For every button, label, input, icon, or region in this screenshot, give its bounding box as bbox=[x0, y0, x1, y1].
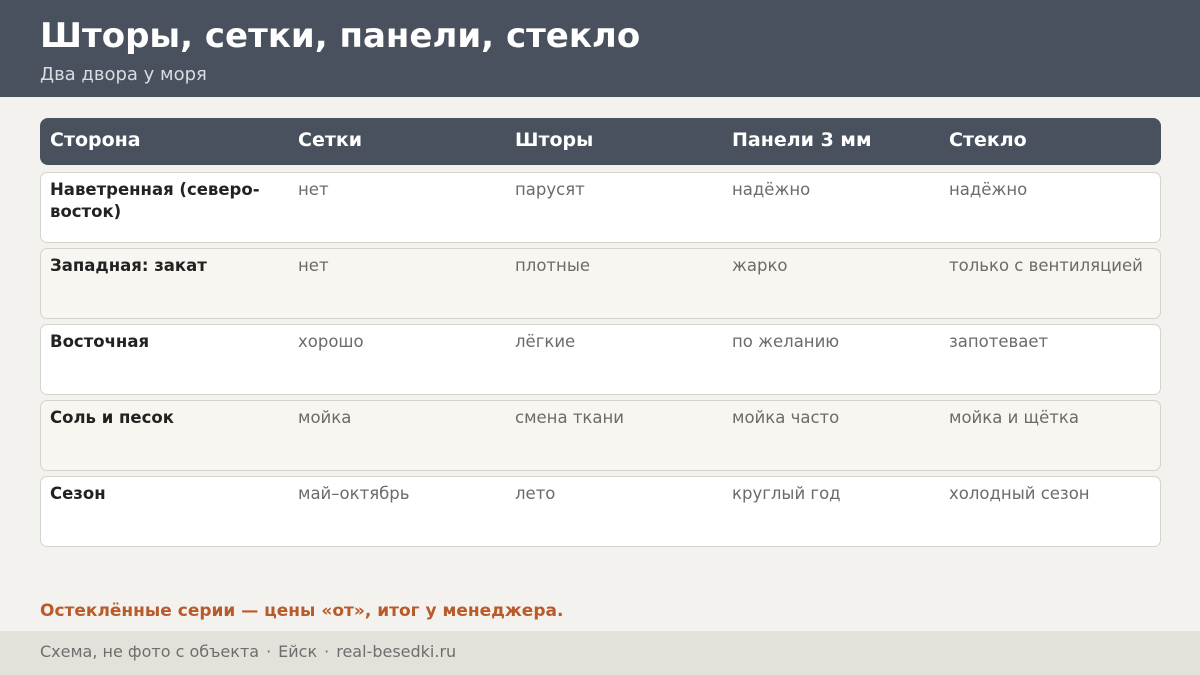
cell-panels: мойка часто bbox=[732, 408, 840, 427]
page-title: Шторы, сетки, панели, стекло bbox=[40, 16, 641, 56]
table-row: Наветренная (северо-восток) нет парусят … bbox=[40, 172, 1161, 243]
table-header: Сторона Сетки Шторы Панели 3 мм Стекло bbox=[40, 118, 1161, 165]
cell-panels: круглый год bbox=[732, 484, 841, 503]
cell-panels: жарко bbox=[732, 256, 788, 275]
footer-separator: · bbox=[324, 642, 330, 661]
column-header-side: Сторона bbox=[50, 129, 141, 151]
cell-side: Сезон bbox=[50, 484, 106, 503]
footer-disclaimer: Схема, не фото с объекта bbox=[40, 642, 260, 661]
cell-nets: нет bbox=[298, 180, 329, 199]
column-header-glass: Стекло bbox=[949, 129, 1027, 151]
column-header-nets: Сетки bbox=[298, 129, 363, 151]
cell-curtains: плотные bbox=[515, 256, 591, 275]
cell-glass: надёжно bbox=[949, 180, 1028, 199]
footer-bar: Схема, не фото с объекта · Ейск · real-besed… bbox=[0, 631, 1200, 675]
cell-side: Восточная bbox=[50, 332, 150, 351]
table-row: Западная: закат нет плотные жарко только… bbox=[40, 248, 1161, 319]
cell-nets: нет bbox=[298, 256, 329, 275]
table-row: Соль и песок мойка смена ткани мойка час… bbox=[40, 400, 1161, 471]
column-header-panels: Панели 3 мм bbox=[732, 129, 872, 151]
cell-glass: запотевает bbox=[949, 332, 1049, 351]
cell-glass: холодный сезон bbox=[949, 484, 1090, 503]
cell-curtains: парусят bbox=[515, 180, 585, 199]
pricing-note: Остеклённые серии — цены «от», итог у ме… bbox=[40, 601, 564, 621]
footer-text: Схема, не фото с объекта · Ейск · real-besed… bbox=[40, 641, 456, 663]
cell-curtains: лето bbox=[515, 484, 556, 503]
cell-side: Западная: закат bbox=[50, 256, 207, 275]
cell-side: Соль и песок bbox=[50, 408, 174, 427]
cell-nets: мойка bbox=[298, 408, 352, 427]
cell-side: Наветренная (северо-восток) bbox=[50, 180, 260, 221]
cell-curtains: лёгкие bbox=[515, 332, 576, 351]
cell-glass: только с вентиляцией bbox=[949, 256, 1143, 275]
table-row: Восточная хорошо лёгкие по желанию запот… bbox=[40, 324, 1161, 395]
column-header-curtains: Шторы bbox=[515, 129, 594, 151]
footer-website-link[interactable]: real-besedki.ru bbox=[336, 642, 456, 661]
footer-city: Ейск bbox=[278, 642, 318, 661]
cell-panels: надёжно bbox=[732, 180, 811, 199]
cell-nets: хорошо bbox=[298, 332, 364, 351]
cell-curtains: смена ткани bbox=[515, 408, 625, 427]
cell-panels: по желанию bbox=[732, 332, 840, 351]
page-subtitle: Два двора у моря bbox=[40, 64, 207, 85]
cell-glass: мойка и щётка bbox=[949, 408, 1079, 427]
header-banner: Шторы, сетки, панели, стекло Два двора у… bbox=[0, 0, 1200, 97]
footer-separator: · bbox=[266, 642, 272, 661]
cell-nets: май–октябрь bbox=[298, 484, 410, 503]
table-row: Сезон май–октябрь лето круглый год холод… bbox=[40, 476, 1161, 547]
